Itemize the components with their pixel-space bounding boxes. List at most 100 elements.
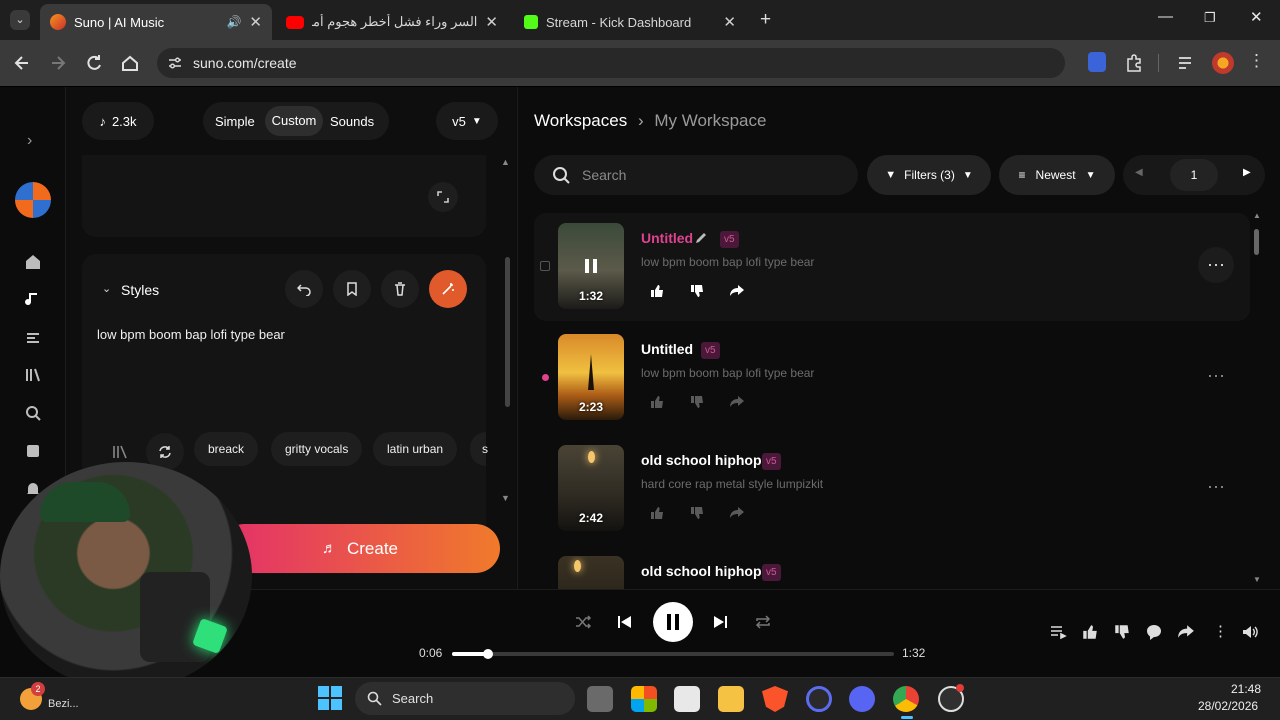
tab-search-button[interactable]: ⌄ — [10, 10, 30, 30]
site-settings-icon[interactable] — [167, 55, 183, 71]
minimize-icon[interactable]: — — [1158, 8, 1173, 25]
studio-icon[interactable] — [24, 328, 42, 346]
more-options-icon[interactable]: ⋯ — [1198, 247, 1234, 283]
library-icon[interactable] — [24, 366, 42, 384]
like-icon[interactable] — [649, 394, 665, 410]
lyrics-card[interactable] — [82, 155, 486, 237]
profile-avatar[interactable] — [1212, 52, 1234, 74]
search-icon[interactable] — [24, 404, 42, 422]
browser-menu-icon[interactable]: ⋮ — [1248, 51, 1265, 71]
windows-start-icon[interactable] — [318, 686, 342, 710]
clear-style-icon[interactable] — [381, 270, 419, 308]
prev-page-icon[interactable]: ◀ — [1135, 167, 1143, 178]
song-row[interactable]: 2:42 old school hiphop v5 hard core rap … — [534, 435, 1250, 543]
dislike-icon[interactable] — [689, 505, 705, 521]
address-bar[interactable]: suno.com/create — [157, 48, 1065, 78]
clock-date[interactable]: 28/02/2026 — [1198, 699, 1258, 713]
like-icon[interactable] — [1081, 623, 1099, 641]
extensions-puzzle-icon[interactable] — [1124, 53, 1144, 73]
extension-shield-icon[interactable] — [1088, 52, 1106, 72]
song-title[interactable]: Untitled — [641, 341, 693, 357]
song-thumbnail[interactable] — [558, 556, 624, 590]
dislike-icon[interactable] — [1113, 623, 1131, 641]
more-options-icon[interactable]: ⋯ — [1198, 358, 1234, 394]
mode-custom-tab[interactable]: Custom — [265, 106, 323, 136]
create-button[interactable]: ♬ Create — [220, 524, 500, 573]
back-icon[interactable] — [12, 53, 32, 73]
forward-icon[interactable] — [48, 53, 68, 73]
share-icon[interactable] — [729, 394, 745, 410]
style-chip[interactable]: gritty vocals — [271, 432, 363, 466]
taskbar-search[interactable]: Search — [355, 682, 575, 715]
brave-browser-icon[interactable] — [762, 686, 788, 712]
page-number[interactable]: 1 — [1170, 159, 1218, 191]
new-tab-icon[interactable]: + — [760, 9, 771, 31]
queue-icon[interactable] — [1049, 623, 1067, 641]
pause-button[interactable] — [653, 602, 693, 642]
more-options-icon[interactable]: ⋯ — [1198, 469, 1234, 505]
expand-editor-icon[interactable] — [428, 182, 458, 212]
song-thumbnail[interactable]: 2:42 — [558, 445, 624, 531]
home-icon[interactable] — [120, 53, 140, 73]
song-title[interactable]: old school hiphop — [641, 452, 762, 468]
song-row[interactable]: 1:32 Untitled v5 low bpm boom bap lofi t… — [534, 213, 1250, 321]
tab-youtube[interactable]: السر وراء فشل أخطر هجوم أمريكي ✕ — [276, 4, 508, 40]
song-thumbnail[interactable]: 2:23 — [558, 334, 624, 420]
tab-kick[interactable]: Stream - Kick Dashboard ✕ — [514, 4, 746, 40]
home-icon[interactable] — [24, 253, 42, 271]
style-chip[interactable]: latin urban — [373, 432, 458, 466]
song-thumbnail[interactable]: 1:32 — [558, 223, 624, 309]
search-input[interactable]: Search — [534, 155, 858, 195]
widgets-icon[interactable] — [631, 686, 657, 712]
task-view-icon[interactable] — [587, 686, 613, 712]
comment-icon[interactable] — [1145, 623, 1163, 641]
discord-icon[interactable] — [849, 686, 875, 712]
close-tab-icon[interactable]: ✕ — [723, 13, 736, 31]
save-style-icon[interactable] — [333, 270, 371, 308]
dislike-icon[interactable] — [689, 283, 705, 299]
styles-text[interactable]: low bpm boom bap lofi type bear — [97, 327, 285, 342]
filters-button[interactable]: ▼ Filters (3) ▼ — [867, 155, 991, 195]
song-row[interactable]: old school hiphop v5 — [534, 546, 1250, 590]
close-window-icon[interactable]: ✕ — [1250, 8, 1263, 26]
song-row[interactable]: 2:23 Untitled v5 low bpm boom bap lofi t… — [534, 324, 1250, 432]
mode-sounds-tab[interactable]: Sounds — [330, 114, 374, 129]
user-avatar[interactable] — [15, 182, 51, 218]
shuffle-icon[interactable] — [574, 613, 592, 631]
style-chip[interactable]: breack — [194, 432, 259, 466]
close-tab-icon[interactable]: ✕ — [249, 13, 262, 31]
previous-track-icon[interactable] — [616, 613, 634, 631]
undo-icon[interactable] — [285, 270, 323, 308]
next-track-icon[interactable] — [711, 613, 729, 631]
dislike-icon[interactable] — [689, 394, 705, 410]
tab-suno[interactable]: Suno | AI Music 🔊 ✕ — [40, 4, 272, 40]
media-control-icon[interactable] — [1176, 53, 1196, 73]
obs-like-app-icon[interactable] — [806, 686, 832, 712]
more-options-icon[interactable]: ⋮ — [1213, 622, 1228, 640]
clock-time[interactable]: 21:48 — [1231, 682, 1261, 696]
create-music-icon[interactable] — [24, 290, 42, 308]
breadcrumb-workspaces[interactable]: Workspaces — [534, 111, 627, 130]
like-icon[interactable] — [649, 505, 665, 521]
song-title[interactable]: old school hiphop — [641, 563, 762, 579]
chrome-icon[interactable] — [893, 686, 919, 712]
sort-button[interactable]: ≡ Newest ▼ — [999, 155, 1115, 195]
share-icon[interactable] — [1177, 623, 1195, 641]
progress-slider[interactable] — [452, 649, 894, 659]
expand-sidebar-icon[interactable]: › — [27, 132, 32, 150]
panel-scrollbar[interactable]: ▲ ▼ — [501, 157, 510, 503]
song-title[interactable]: Untitled — [641, 230, 693, 246]
collapse-chevron-icon[interactable]: ⌄ — [102, 282, 111, 295]
speaker-icon[interactable]: 🔊 — [226, 15, 241, 29]
reload-icon[interactable] — [84, 53, 104, 73]
share-icon[interactable] — [729, 283, 745, 299]
share-icon[interactable] — [729, 505, 745, 521]
list-scrollbar[interactable]: ▲ ▼ — [1251, 211, 1263, 584]
restore-icon[interactable]: ❐ — [1204, 10, 1216, 26]
mode-simple-tab[interactable]: Simple — [215, 114, 255, 129]
select-checkbox[interactable] — [540, 261, 550, 271]
model-select[interactable]: v5 ▼ — [436, 102, 498, 140]
like-icon[interactable] — [649, 283, 665, 299]
style-library-icon[interactable] — [112, 445, 128, 459]
next-page-icon[interactable]: ▶ — [1243, 167, 1251, 178]
